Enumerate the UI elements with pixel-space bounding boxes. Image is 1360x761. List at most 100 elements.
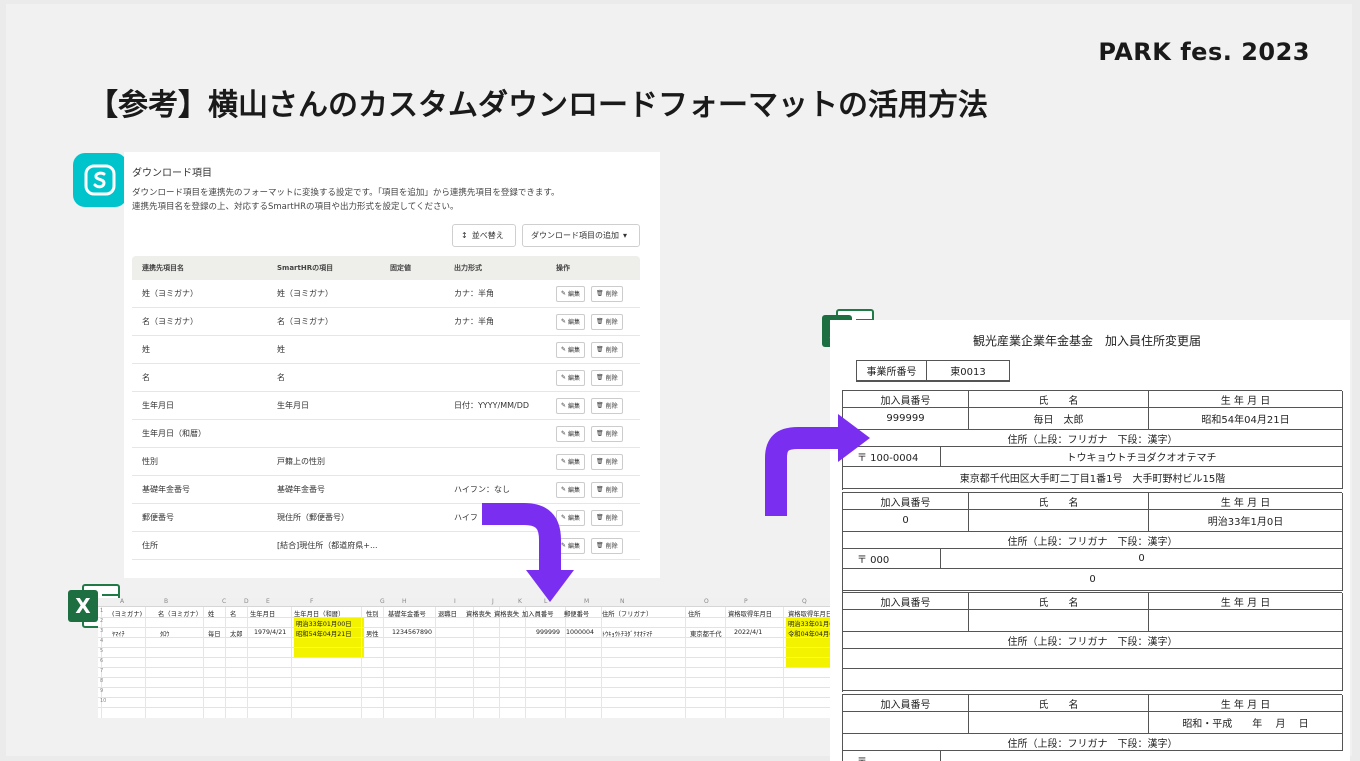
row-actions: ✎ 編集 🗑 削除 xyxy=(556,341,623,358)
pencil-icon: ✎ xyxy=(561,318,567,325)
row-output-format: 日付：YYYY/MM/DD xyxy=(454,401,530,410)
sheet-header-cell: 生年月日 xyxy=(250,611,276,618)
edit-button[interactable]: ✎ 編集 xyxy=(556,397,586,414)
r3-member-no xyxy=(843,610,969,632)
add-button-label: ダウンロード項目の追加 xyxy=(531,231,619,240)
delete-button[interactable]: 🗑 削除 xyxy=(591,453,623,470)
grid-col-line xyxy=(685,607,686,718)
edit-button[interactable]: ✎ 編集 xyxy=(556,341,586,358)
delete-button[interactable]: 🗑 削除 xyxy=(591,537,623,554)
row-number: 10 xyxy=(100,698,107,704)
grid-col-line xyxy=(525,607,526,718)
row-output-format: ハイフン：なし xyxy=(454,485,510,494)
delete-label: 削除 xyxy=(605,291,618,298)
table-header: 連携先項目名 SmartHRの項目 固定値 出力形式 操作 xyxy=(132,256,640,280)
trash-icon: 🗑 xyxy=(596,486,604,493)
record-3: 加入員番号 氏 名 生 年 月 日 住所（上段：フリガナ 下段：漢字） xyxy=(842,592,1343,692)
row-smarthr-item: 戸籍上の性別 xyxy=(277,457,325,466)
sort-icon: ↕ xyxy=(461,231,468,240)
edit-label: 編集 xyxy=(568,347,581,354)
trash-icon: 🗑 xyxy=(596,318,604,325)
sheet-data-cell: ﾔﾏｲﾁ xyxy=(112,631,125,638)
delete-label: 削除 xyxy=(605,487,618,494)
grid-col-line xyxy=(361,607,362,718)
delete-button[interactable]: 🗑 削除 xyxy=(591,481,623,498)
slide-title: 【参考】横山さんのカスタムダウンロードフォーマットの活用方法 xyxy=(88,88,988,123)
row-number: 9 xyxy=(100,688,104,694)
sheet-header-cell: 加入員番号 xyxy=(522,611,554,618)
r1-address: 東京都千代田区大手町二丁目1番1号 大手町野村ビル15階 xyxy=(843,467,1343,489)
grid-col-line xyxy=(435,607,436,718)
sheet-data-cell: ﾄｳｷｮｳﾄﾁﾖﾀﾞｸｵｵﾃﾏﾁ xyxy=(602,631,653,638)
table-row: 生年月日 生年月日 日付：YYYY/MM/DD ✎ 編集 🗑 削除 xyxy=(132,392,640,420)
header-actions: 操作 xyxy=(556,264,570,272)
delete-button[interactable]: 🗑 削除 xyxy=(591,425,623,442)
r1-address-label: 住所（上段：フリガナ 下段：漢字） xyxy=(843,430,1343,447)
r4-member-no-label: 加入員番号 xyxy=(843,695,969,712)
arrow-down-icon xyxy=(482,503,574,602)
delete-button[interactable]: 🗑 削除 xyxy=(591,313,623,330)
record-1: 加入員番号 氏 名 生 年 月 日 999999 毎日 太郎 昭和54年04月2… xyxy=(842,390,1343,490)
edit-button[interactable]: ✎ 編集 xyxy=(556,285,586,302)
r3-kana xyxy=(843,649,1343,669)
delete-label: 削除 xyxy=(605,431,618,438)
edit-button[interactable]: ✎ 編集 xyxy=(556,425,586,442)
edit-button[interactable]: ✎ 編集 xyxy=(556,453,586,470)
sheet-data-cell: 999999 xyxy=(536,629,561,636)
delete-button[interactable]: 🗑 削除 xyxy=(591,397,623,414)
row-target-name: 姓 xyxy=(142,345,150,354)
edit-label: 編集 xyxy=(568,403,581,410)
sort-button[interactable]: ↕ 並べ替え xyxy=(452,224,516,247)
edit-button[interactable]: ✎ 編集 xyxy=(556,369,586,386)
grid-col-line xyxy=(565,607,566,718)
row-number: 8 xyxy=(100,678,104,684)
edit-label: 編集 xyxy=(568,319,581,326)
sort-button-label: 並べ替え xyxy=(471,231,504,240)
edit-button[interactable]: ✎ 編集 xyxy=(556,481,586,498)
sheet-header-cell: 資格取得年月日 xyxy=(788,611,833,618)
grid-col-line xyxy=(203,607,204,718)
sheet-header-cell: 退職日 xyxy=(438,611,457,618)
row-actions: ✎ 編集 🗑 削除 xyxy=(556,425,623,442)
row-output-format: カナ：半角 xyxy=(454,317,494,326)
edit-button[interactable]: ✎ 編集 xyxy=(556,313,586,330)
trash-icon: 🗑 xyxy=(596,374,604,381)
delete-label: 削除 xyxy=(605,347,618,354)
table-row: 生年月日（和暦） ✎ 編集 🗑 削除 xyxy=(132,420,640,448)
delete-button[interactable]: 🗑 削除 xyxy=(591,509,623,526)
trash-icon: 🗑 xyxy=(596,290,604,297)
sheet-data-cell: 2022/4/1 xyxy=(734,629,763,636)
brand-logo: PARK fes. 2023 xyxy=(1098,38,1310,66)
r1-name: 毎日 太郎 xyxy=(969,408,1149,430)
pencil-icon: ✎ xyxy=(561,430,567,437)
sheet-data-cell: 太郎 xyxy=(230,631,243,638)
caret-down-icon: ▾ xyxy=(623,231,628,240)
delete-button[interactable]: 🗑 削除 xyxy=(591,285,623,302)
delete-button[interactable]: 🗑 削除 xyxy=(591,369,623,386)
highlight-text-1: 明治33年01月00日 xyxy=(296,621,352,628)
r4-member-no xyxy=(843,712,969,734)
sheet-data-cell: 毎日 xyxy=(208,631,221,638)
row-actions: ✎ 編集 🗑 削除 xyxy=(556,453,623,470)
r1-kana: トウキョウトチヨダクオオテマチ xyxy=(941,447,1343,467)
r3-address-label: 住所（上段：フリガナ 下段：漢字） xyxy=(843,632,1343,649)
trash-icon: 🗑 xyxy=(596,346,604,353)
sheet-header-cell: 性別 xyxy=(366,611,379,618)
r1-birth-label: 生 年 月 日 xyxy=(1149,391,1343,408)
table-row: 姓（ヨミガナ） 姓（ヨミガナ） カナ：半角 ✎ 編集 🗑 削除 xyxy=(132,280,640,308)
trash-icon: 🗑 xyxy=(596,514,604,521)
row-target-name: 住所 xyxy=(142,541,158,550)
row-actions: ✎ 編集 🗑 削除 xyxy=(556,313,623,330)
grid-col-line xyxy=(601,607,602,718)
row-actions: ✎ 編集 🗑 削除 xyxy=(556,481,623,498)
r4-address-label: 住所（上段：フリガナ 下段：漢字） xyxy=(843,734,1343,751)
office-number-box: 事業所番号 東0013 xyxy=(856,360,1010,382)
add-download-item-button[interactable]: ダウンロード項目の追加 ▾ xyxy=(522,224,640,247)
header-target-name: 連携先項目名 xyxy=(142,264,184,272)
delete-button[interactable]: 🗑 削除 xyxy=(591,341,623,358)
edit-label: 編集 xyxy=(568,375,581,382)
r1-name-label: 氏 名 xyxy=(969,391,1149,408)
row-target-name: 郵便番号 xyxy=(142,513,174,522)
grid-col-line xyxy=(145,607,146,718)
delete-label: 削除 xyxy=(605,543,618,550)
